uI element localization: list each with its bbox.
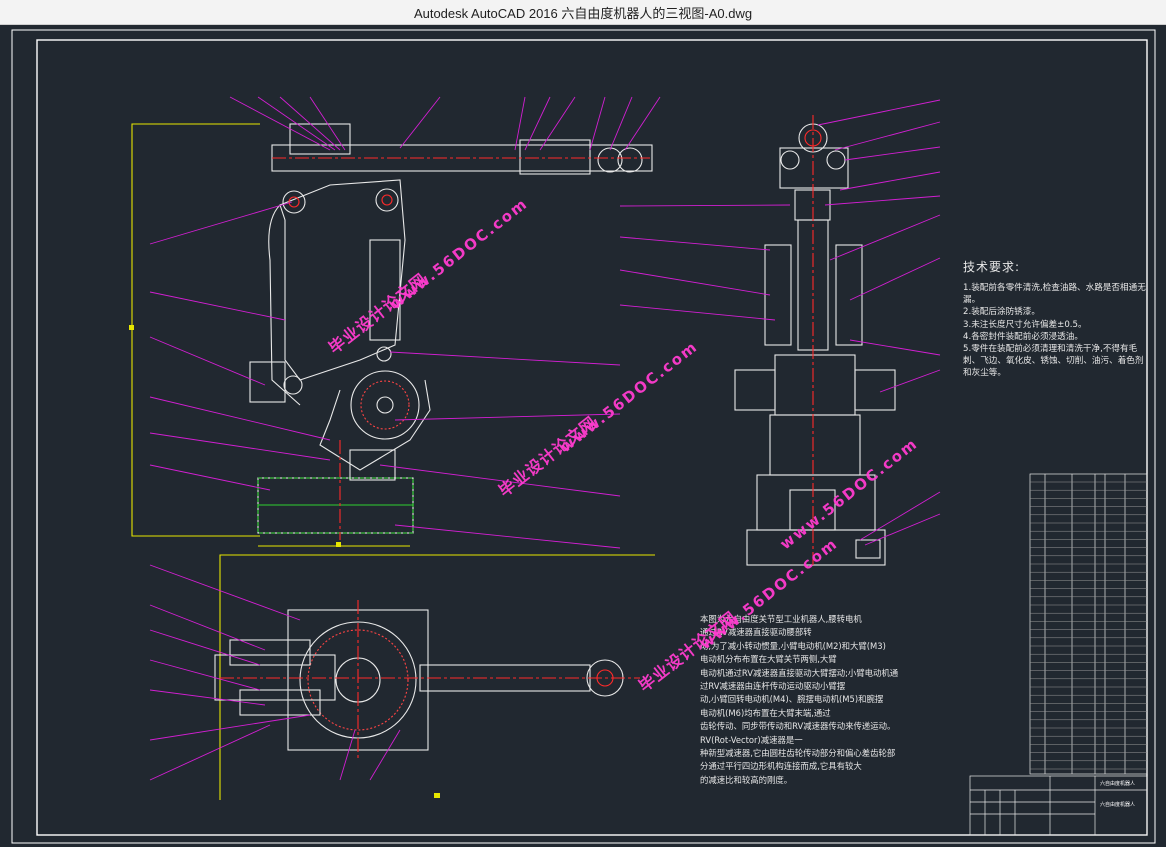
parts-list-rows	[1030, 481, 1147, 770]
tech-requirement-item: 5.零件在装配前必须清理和清洗干净,不得有毛刺、飞边、氧化皮、锈蚀、切削、油污、…	[963, 344, 1144, 379]
tech-requirement-item: 4.各密封件装配前必须浸透油。	[963, 331, 1083, 342]
front-view[interactable]	[129, 123, 653, 547]
title-block-header: 六自由度机器人	[1100, 780, 1135, 787]
tech-requirements-heading: 技术要求:	[963, 260, 1021, 274]
window-title-bar: Autodesk AutoCAD 2016 六自由度机器人的三视图-A0.dwg	[0, 0, 1166, 25]
description-line: 分通过平行四边形机构连接而成,它具有较大	[700, 761, 862, 772]
description-line: 电动机(M6)均布置在大臂末端,通过	[700, 707, 831, 718]
tech-requirement-item: 2.装配后涂防锈漆。	[963, 307, 1040, 318]
description-line: 动,为了减小转动惯量,小臂电动机(M2)和大臂(M3)	[700, 640, 886, 651]
description-line: 电动机通过RV减速器直接驱动大臂摆动;小臂电动机通	[700, 667, 899, 678]
window-title: Autodesk AutoCAD 2016 六自由度机器人的三视图-A0.dwg	[413, 5, 753, 21]
description-line: 的减速比和较高的刚度。	[700, 774, 793, 785]
description-line: RV(Rot-Vector)减速器是一	[700, 734, 803, 745]
design-description: 本图为六自由度关节型工业机器人,腰转电机 通过RV减速器直接驱动腰部转 动,为了…	[700, 613, 945, 787]
description-line: 种新型减速器,它由圆柱齿轮传动部分和偏心差齿轮部	[700, 748, 896, 759]
description-line: 电动机分布布置在大臂关节两侧,大臂	[700, 654, 837, 665]
description-line: 过RV减速器由连杆传动运动驱动小臂摆	[700, 681, 846, 692]
tech-requirements-list: 1.装配前各零件清洗,检查油路、水路是否相通无漏。 2.装配后涂防锈漆。 3.未…	[963, 282, 1148, 380]
title-block-drawing-name: 六自由度机器人	[1100, 801, 1135, 808]
tech-requirement-item: 1.装配前各零件清洗,检查油路、水路是否相通无漏。	[963, 283, 1146, 306]
side-view[interactable]	[734, 115, 896, 566]
description-line: 动,小臂回转电动机(M4)、腕摆电动机(M5)和腕摆	[700, 694, 884, 705]
drawing-canvas[interactable]: 六自由度机器人 六自由度机器人 技术要求: 1.装配前各零件清洗,检查油路、水路…	[0, 25, 1166, 847]
inner-frame	[36, 39, 1148, 836]
tech-requirement-item: 3.未注长度尺寸允许偏差±0.5。	[963, 319, 1087, 330]
parts-list[interactable]	[1029, 473, 1148, 775]
description-line: 齿轮传动、同步带传动和RV减速器传动来传递运动。	[700, 721, 896, 732]
top-view[interactable]	[214, 554, 655, 800]
